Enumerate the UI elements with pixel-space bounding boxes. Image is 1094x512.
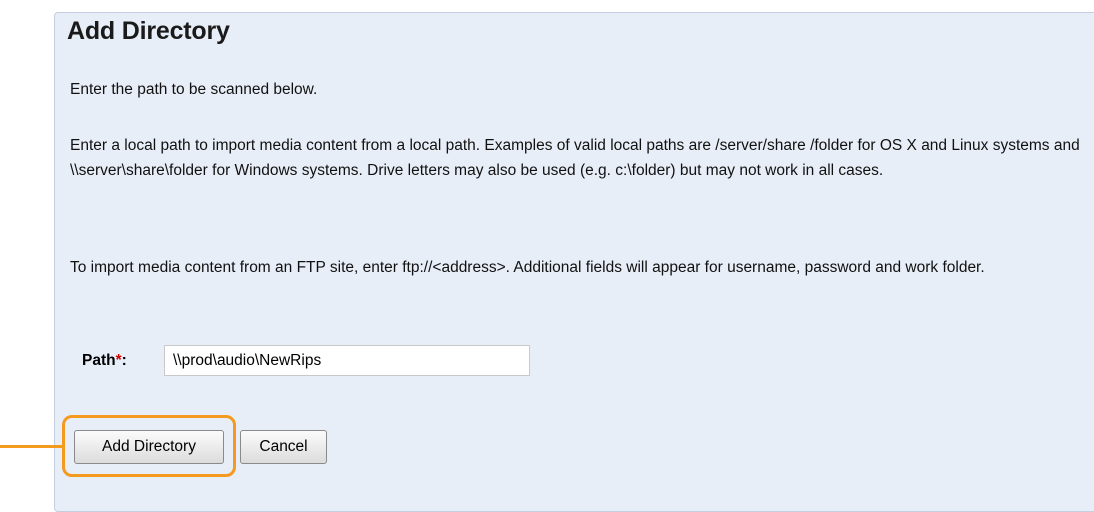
path-label: Path*: — [82, 352, 127, 370]
instruction-text: Enter the path to be scanned below. — [70, 81, 318, 98]
cancel-button[interactable]: Cancel — [240, 430, 327, 464]
ftp-help-text: To import media content from an FTP site… — [70, 259, 985, 276]
dialog-title: Add Directory — [67, 17, 230, 45]
local-path-help-text: Enter a local path to import media conte… — [70, 137, 1080, 179]
add-directory-button[interactable]: Add Directory — [74, 430, 224, 464]
path-input[interactable] — [164, 345, 530, 376]
callout-pointer-line — [0, 445, 62, 448]
path-label-text: Path — [82, 352, 116, 369]
path-label-colon: : — [121, 352, 127, 369]
